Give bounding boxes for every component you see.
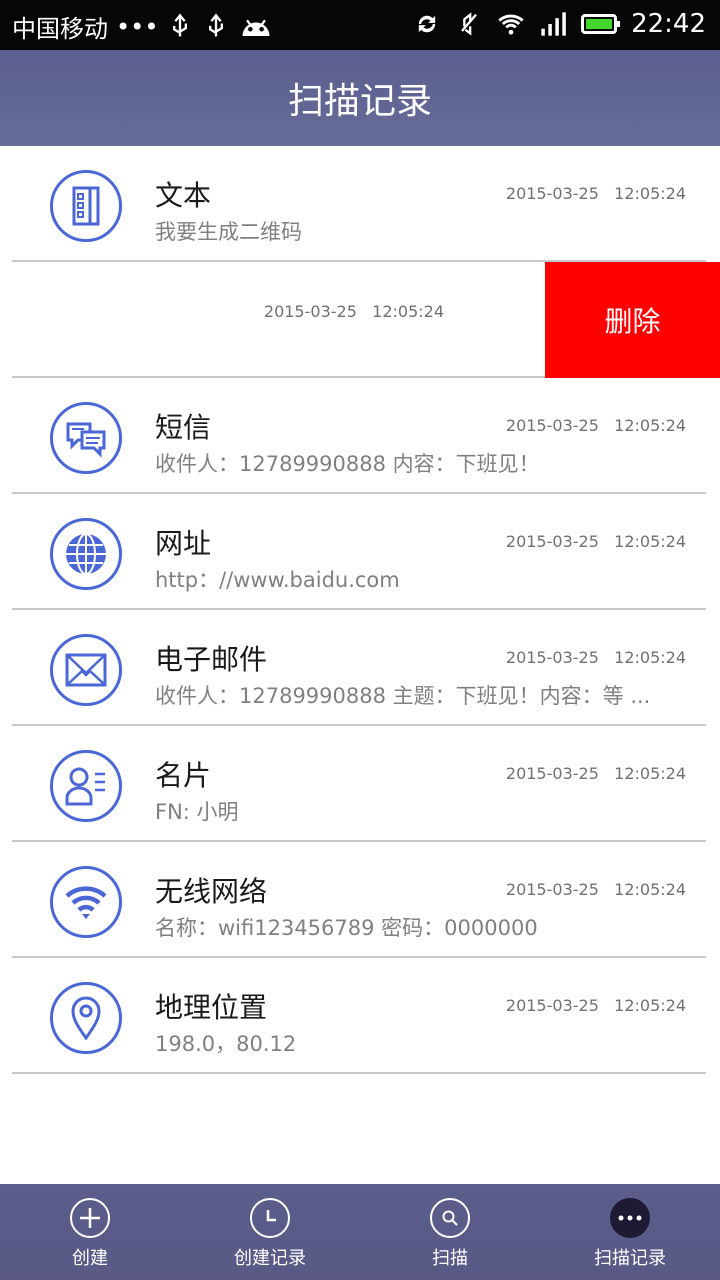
wifi-icon xyxy=(50,866,122,938)
list-item[interactable]: 名片 FN: 小明 2015-03-25 12:05:24 xyxy=(0,726,720,842)
record-subtitle: 名称：wifi123456789 密码：0000000 xyxy=(155,916,538,940)
list-item[interactable]: 网址 http：//www.baidu.com 2015-03-25 12:05… xyxy=(0,494,720,610)
nav-label: 扫描记录 xyxy=(594,1248,666,1269)
plus-icon xyxy=(70,1198,110,1238)
usb-icon xyxy=(173,12,188,36)
list-item[interactable]: 文本 我要生成二维码 2015-03-25 12:05:24 xyxy=(0,146,720,262)
clock-icon xyxy=(250,1198,290,1238)
nav-create[interactable]: 创建 xyxy=(0,1184,180,1280)
list-item[interactable]: 电子邮件 收件人：12789990888 主题：下班见！内容：等 ... 201… xyxy=(0,610,720,726)
record-title: 网址 xyxy=(155,527,212,560)
record-time: 2015-03-25 12:05:24 xyxy=(505,996,686,1015)
nav-label: 创建 xyxy=(72,1248,108,1269)
text-doc-icon xyxy=(50,170,122,242)
record-title: 名片 xyxy=(155,759,212,792)
record-time: 2015-03-25 12:05:24 xyxy=(505,416,686,435)
list-item-swiped[interactable]: 2015-03-25 12:05:24 删除 xyxy=(0,262,720,378)
wifi-icon xyxy=(498,14,524,35)
list-item[interactable]: 地理位置 198.0，80.12 2015-03-25 12:05:24 xyxy=(0,958,720,1074)
usb-icon xyxy=(209,12,224,36)
nav-scan-history[interactable]: 扫描记录 xyxy=(540,1184,720,1280)
divider xyxy=(12,1072,706,1074)
page-title: 扫描记录 xyxy=(287,81,432,122)
signal-icon xyxy=(541,12,566,36)
record-title: 地理位置 xyxy=(155,991,268,1024)
app-header: 扫描记录 xyxy=(0,50,720,146)
sms-icon xyxy=(50,402,122,474)
record-title: 电子邮件 xyxy=(155,643,268,676)
carrier-label: 中国移动 xyxy=(12,15,108,43)
list-item[interactable]: 短信 收件人：12789990888 内容：下班见！ 2015-03-25 12… xyxy=(0,378,720,494)
record-time: 2015-03-25 12:05:24 xyxy=(505,184,686,203)
record-title: 短信 xyxy=(155,411,212,444)
record-title: 无线网络 xyxy=(155,875,268,908)
record-subtitle: 我要生成二维码 xyxy=(155,220,302,244)
dots-label: ••• xyxy=(116,12,159,41)
search-icon xyxy=(430,1198,470,1238)
record-subtitle: 收件人：12789990888 内容：下班见！ xyxy=(155,452,540,476)
mail-icon xyxy=(50,634,122,706)
nav-create-history[interactable]: 创建记录 xyxy=(180,1184,360,1280)
contact-card-icon xyxy=(50,750,122,822)
location-pin-icon xyxy=(50,982,122,1054)
clock-label: 22:42 xyxy=(631,9,706,39)
record-time: 2015-03-25 12:05:24 xyxy=(505,764,686,783)
android-icon xyxy=(242,19,270,36)
nav-label: 创建记录 xyxy=(234,1248,306,1269)
sync-icon xyxy=(418,15,436,33)
record-subtitle: http：//www.baidu.com xyxy=(155,568,400,592)
delete-button[interactable]: 删除 xyxy=(545,262,720,378)
mute-icon xyxy=(461,12,477,36)
globe-icon xyxy=(50,518,122,590)
record-time: 2015-03-25 12:05:24 xyxy=(505,880,686,899)
bottom-nav: 创建 创建记录 扫描 扫描记录 xyxy=(0,1184,720,1280)
record-subtitle: 收件人：12789990888 主题：下班见！内容：等 ... xyxy=(155,684,651,708)
list-item[interactable]: 无线网络 名称：wifi123456789 密码：0000000 2015-03… xyxy=(0,842,720,958)
record-time: 2015-03-25 12:05:24 xyxy=(505,648,686,667)
nav-scan[interactable]: 扫描 xyxy=(360,1184,540,1280)
more-icon xyxy=(610,1198,650,1238)
record-time: 2015-03-25 12:05:24 xyxy=(263,302,444,321)
record-time: 2015-03-25 12:05:24 xyxy=(505,532,686,551)
record-list: 文本 我要生成二维码 2015-03-25 12:05:24 2015-03-2… xyxy=(0,146,720,1074)
record-title: 文本 xyxy=(155,179,212,212)
status-bar: 中国移动 ••• 22:42 xyxy=(0,0,720,50)
record-subtitle: FN: 小明 xyxy=(155,800,239,824)
nav-label: 扫描 xyxy=(432,1248,468,1269)
delete-label: 删除 xyxy=(604,305,661,338)
record-subtitle: 198.0，80.12 xyxy=(155,1032,297,1056)
battery-icon xyxy=(581,14,621,34)
